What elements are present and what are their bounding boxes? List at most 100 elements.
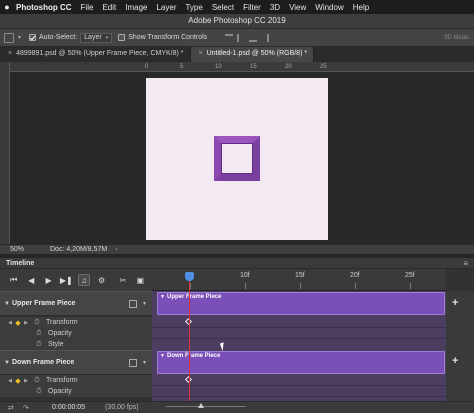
timeline-controls: ⏮ ◀ ▶ ▶❚ ♫ ⚙ ✂ ▣ — [0, 269, 152, 291]
next-frame-icon[interactable]: ▶❚ — [60, 274, 73, 286]
convert-frame-icon[interactable]: ⇄ — [8, 404, 17, 412]
timeline-header: Timeline ≡ — [0, 258, 474, 269]
playhead-handle[interactable] — [185, 272, 194, 281]
auto-select-checkbox[interactable] — [29, 34, 37, 41]
menu-image[interactable]: Image — [125, 3, 147, 12]
vertical-ruler — [0, 62, 10, 245]
zoom-level[interactable]: 50% — [10, 246, 50, 253]
ruler-tick: 20 — [285, 64, 292, 70]
menu-bar: ● Photoshop CC File Edit Image Layer Typ… — [0, 0, 474, 14]
track-divider — [152, 327, 446, 328]
add-media-button[interactable]: + — [452, 297, 458, 309]
layer-name: Upper Frame Piece — [12, 300, 76, 307]
frame-label: 10f — [240, 272, 250, 279]
stopwatch-icon[interactable]: ⏱ — [34, 388, 44, 396]
expand-triangle-icon[interactable]: ▼ — [2, 360, 12, 366]
next-keyframe-icon[interactable]: ▶ — [22, 320, 30, 326]
expand-triangle-icon[interactable]: ▼ — [2, 301, 12, 307]
menu-window[interactable]: Window — [315, 3, 343, 12]
close-icon[interactable]: × — [199, 50, 203, 57]
auto-select-dropdown[interactable]: Layer ▾ — [80, 32, 113, 43]
align-top-icon[interactable] — [225, 33, 234, 42]
timeline-title[interactable]: Timeline — [6, 260, 34, 267]
next-keyframe-icon[interactable]: ▶ — [22, 378, 30, 384]
transition-icon[interactable]: ▣ — [135, 274, 146, 286]
playhead-line[interactable] — [189, 281, 190, 401]
align-left-icon[interactable] — [237, 33, 245, 42]
timecode[interactable]: 0:00:00:05 — [52, 404, 85, 411]
menu-filter[interactable]: Filter — [243, 3, 261, 12]
keyframe-icon[interactable]: ◆ — [14, 377, 22, 385]
menu-3d[interactable]: 3D — [270, 3, 280, 12]
property-row-style[interactable]: ⏱ Style — [0, 339, 152, 350]
property-name: Opacity — [48, 330, 72, 337]
clip-down-frame-piece[interactable]: ▼ Down Frame Piece — [157, 351, 445, 374]
prev-frame-icon[interactable]: ◀ — [25, 274, 36, 286]
timeline-zoom-slider[interactable] — [166, 406, 246, 407]
keyframe-icon[interactable]: ◆ — [14, 319, 22, 327]
ruler-tick: 25 — [320, 64, 327, 70]
tool-preset-chevron-icon[interactable]: ▾ — [18, 34, 21, 41]
chevron-down-icon[interactable]: ▾ — [143, 300, 146, 307]
property-row-transform[interactable]: ◀ ◆ ▶ ⏱ Transform — [0, 317, 152, 328]
ruler-tick-mark — [190, 283, 191, 289]
clip-label: Upper Frame Piece — [167, 294, 222, 300]
prev-keyframe-icon[interactable]: ◀ — [6, 320, 14, 326]
apple-icon[interactable]: ● — [0, 2, 14, 12]
status-menu-arrow-icon[interactable]: › — [115, 246, 117, 253]
align-bottom-icon[interactable] — [249, 34, 258, 42]
add-media-button[interactable]: + — [452, 355, 458, 367]
play-icon[interactable]: ▶ — [43, 274, 54, 286]
layer-row-down-frame-piece[interactable]: ▼ Down Frame Piece ▾ — [0, 350, 152, 375]
frame-label: 20f — [350, 272, 360, 279]
align-buttons — [225, 33, 270, 42]
render-video-icon[interactable]: ↷ — [23, 404, 32, 412]
first-frame-icon[interactable]: ⏮ — [8, 274, 19, 286]
clip-collapse-icon[interactable]: ▼ — [160, 294, 165, 300]
doc-tab-4899891[interactable]: × 4899891.psd @ 50% (Upper Frame Piece, … — [0, 47, 191, 62]
settings-icon[interactable]: ⚙ — [96, 274, 107, 286]
property-row-opacity[interactable]: ⏱ Opacity — [0, 328, 152, 339]
app-name-menu[interactable]: Photoshop CC — [16, 3, 72, 12]
close-icon[interactable]: × — [8, 50, 12, 57]
property-row-opacity[interactable]: ⏱ Opacity — [0, 386, 152, 397]
split-icon[interactable]: ✂ — [117, 274, 128, 286]
timeline-footer: ⇄ ↷ 0:00:00:05 (30,00 fps) — [0, 401, 474, 413]
show-transform-checkbox[interactable] — [118, 34, 126, 41]
property-name: Opacity — [48, 388, 72, 395]
filmstrip-icon[interactable] — [128, 358, 137, 367]
align-right-icon[interactable] — [261, 33, 270, 42]
menu-view[interactable]: View — [289, 3, 306, 12]
purple-frame-shape[interactable] — [214, 136, 260, 181]
menu-edit[interactable]: Edit — [102, 3, 116, 12]
status-bar: 50% Doc: 4,20M/8,57M › — [0, 244, 474, 254]
stopwatch-icon[interactable]: ⏱ — [34, 330, 44, 338]
clip-upper-frame-piece[interactable]: ▼ Upper Frame Piece — [157, 292, 445, 315]
clip-collapse-icon[interactable]: ▼ — [160, 353, 165, 359]
menu-select[interactable]: Select — [212, 3, 234, 12]
menu-type[interactable]: Type — [185, 3, 202, 12]
doc-tab-untitled-1[interactable]: × Untitled-1.psd @ 50% (RGB/8) * — [190, 47, 315, 62]
stopwatch-icon[interactable]: ⏱ — [32, 377, 42, 385]
menu-help[interactable]: Help — [353, 3, 369, 12]
track-divider — [152, 338, 446, 339]
filmstrip-icon[interactable] — [128, 299, 137, 308]
timeline-ruler[interactable]: 10f 15f 20f 25f — [152, 269, 446, 291]
ruler-tick-mark — [410, 283, 411, 289]
property-row-transform[interactable]: ◀ ◆ ▶ ⏱ Transform — [0, 375, 152, 386]
stopwatch-icon[interactable]: ⏱ — [34, 341, 44, 349]
menu-icon[interactable]: ≡ — [463, 259, 468, 268]
title-bar: Adobe Photoshop CC 2019 — [0, 14, 474, 29]
clip-label: Down Frame Piece — [167, 353, 221, 359]
prev-keyframe-icon[interactable]: ◀ — [6, 378, 14, 384]
chevron-down-icon[interactable]: ▾ — [143, 359, 146, 366]
audio-icon[interactable]: ♫ — [78, 274, 90, 286]
stopwatch-icon[interactable]: ⏱ — [32, 319, 42, 327]
menu-layer[interactable]: Layer — [156, 3, 176, 12]
ruler-tick-mark — [355, 283, 356, 289]
zoom-slider-knob[interactable] — [198, 403, 204, 408]
move-tool-icon[interactable] — [4, 32, 14, 43]
menu-file[interactable]: File — [81, 3, 94, 12]
layer-row-upper-frame-piece[interactable]: ▼ Upper Frame Piece ▾ — [0, 291, 152, 316]
ruler-tick-mark — [245, 283, 246, 289]
